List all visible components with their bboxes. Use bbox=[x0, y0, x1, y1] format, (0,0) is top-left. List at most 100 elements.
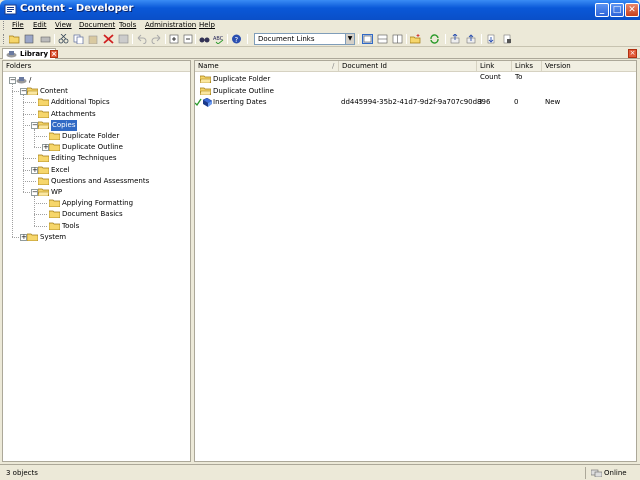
tree-connector bbox=[34, 225, 47, 227]
undo-icon[interactable] bbox=[136, 34, 147, 44]
check-out-icon[interactable] bbox=[502, 34, 513, 44]
toolbar-separator bbox=[54, 34, 55, 44]
cell-doc-id: dd445994-35b2-41d7-9d2f-9a707c90d896 bbox=[341, 98, 491, 106]
tree-node-label: Document Basics bbox=[62, 210, 123, 219]
collapse-icon[interactable] bbox=[183, 34, 194, 44]
menu-edit[interactable]: Edit bbox=[33, 21, 47, 29]
redo-icon[interactable] bbox=[151, 34, 162, 44]
open-folder-icon[interactable] bbox=[9, 34, 20, 44]
save-icon[interactable] bbox=[24, 34, 35, 44]
expand-toggle-icon[interactable]: + bbox=[31, 166, 38, 174]
list-header: Name / Document Id Link Count Links To Ve… bbox=[195, 61, 636, 81]
upload-icon[interactable] bbox=[450, 34, 461, 44]
svg-text:?: ? bbox=[235, 36, 239, 44]
close-icon: ✕ bbox=[628, 5, 636, 15]
close-document-icon[interactable]: × bbox=[628, 49, 637, 58]
menu-file[interactable]: File bbox=[12, 21, 24, 29]
toolbar: ABC ? Document Links ▼ bbox=[0, 31, 640, 47]
chevron-down-icon[interactable]: ▼ bbox=[345, 34, 354, 44]
column-header-version[interactable]: Version bbox=[542, 61, 636, 72]
column-header-links-to[interactable]: Links To bbox=[512, 61, 542, 81]
list-item[interactable]: Duplicate Outline bbox=[195, 86, 635, 97]
tree-connector bbox=[34, 196, 35, 226]
help-icon[interactable]: ? bbox=[231, 34, 242, 44]
column-header-name[interactable]: Name / bbox=[195, 61, 339, 72]
column-resize-icon: / bbox=[332, 62, 335, 70]
refresh-icon[interactable] bbox=[429, 34, 440, 44]
close-tab-icon[interactable]: × bbox=[50, 50, 58, 58]
collapse-toggle-icon[interactable]: − bbox=[31, 189, 38, 196]
check-in-icon[interactable] bbox=[486, 34, 497, 44]
window-title: Content - Developer bbox=[20, 3, 134, 14]
expand-toggle-icon[interactable]: + bbox=[42, 144, 49, 152]
close-button[interactable]: ✕ bbox=[625, 3, 639, 17]
toolbar-separator bbox=[406, 34, 407, 44]
publish-icon[interactable] bbox=[466, 34, 477, 44]
find-icon[interactable] bbox=[199, 34, 210, 44]
folder-icon bbox=[48, 210, 61, 219]
toolbar-separator bbox=[481, 34, 482, 44]
tree-node-label: Editing Techniques bbox=[51, 154, 117, 163]
library-icon bbox=[6, 51, 17, 58]
collapse-toggle-icon[interactable]: − bbox=[20, 88, 27, 96]
tab-strip: Library × bbox=[0, 47, 640, 59]
toolbar-separator bbox=[227, 34, 228, 44]
folders-pane: Folders − / − Content Additional Topics Attac… bbox=[2, 60, 191, 462]
folder-icon bbox=[37, 188, 50, 197]
paste-icon[interactable] bbox=[88, 34, 99, 44]
tree-node-label: Questions and Assessments bbox=[51, 176, 150, 185]
folder-icon bbox=[37, 166, 50, 174]
menu-grip bbox=[3, 21, 5, 30]
object-count: 3 objects bbox=[6, 469, 38, 477]
tree-node-label: Duplicate Outline bbox=[62, 143, 123, 152]
folders-header: Folders bbox=[3, 61, 190, 72]
menu-help[interactable]: Help bbox=[199, 21, 215, 29]
tree-connector bbox=[23, 95, 24, 192]
document-links-select[interactable]: Document Links ▼ bbox=[254, 33, 355, 45]
expand-icon[interactable] bbox=[169, 34, 180, 44]
toolbar-separator bbox=[132, 34, 133, 44]
document-icon bbox=[194, 97, 213, 111]
cut-icon[interactable] bbox=[58, 34, 69, 44]
new-folder-icon[interactable] bbox=[410, 34, 421, 44]
column-name-label: Name bbox=[198, 62, 219, 70]
tab-library[interactable]: Library × bbox=[2, 48, 58, 59]
spell-check-icon[interactable]: ABC bbox=[213, 34, 224, 44]
cell-links-to: 0 bbox=[514, 98, 519, 106]
layout-horizontal-icon[interactable] bbox=[377, 34, 388, 44]
tree-node-label: Tools bbox=[62, 221, 80, 230]
menu-document[interactable]: Document bbox=[79, 21, 115, 29]
expand-toggle-icon[interactable]: + bbox=[20, 233, 27, 241]
toolbar-separator bbox=[165, 34, 166, 44]
layout-single-icon[interactable] bbox=[362, 34, 373, 44]
layout-vertical-icon[interactable] bbox=[392, 34, 403, 44]
maximize-button[interactable]: □ bbox=[610, 3, 624, 17]
column-document-id-label: Document Id bbox=[342, 62, 387, 70]
tree-node-label: Copies bbox=[51, 119, 77, 131]
column-header-document-id[interactable]: Document Id bbox=[339, 61, 477, 72]
folder-icon bbox=[48, 222, 61, 230]
toolbar-separator bbox=[358, 34, 359, 44]
folder-icon bbox=[26, 87, 39, 96]
column-header-link-count[interactable]: Link Count bbox=[477, 61, 512, 81]
folder-icon bbox=[37, 177, 50, 186]
folder-icon bbox=[48, 143, 61, 152]
print-icon[interactable] bbox=[40, 34, 51, 44]
collapse-toggle-icon[interactable]: − bbox=[9, 77, 16, 84]
menu-bar: File Edit View Document Tools Administra… bbox=[0, 20, 640, 31]
minimize-button[interactable]: _ bbox=[595, 3, 609, 17]
menu-view[interactable]: View bbox=[55, 21, 72, 29]
collapse-toggle-icon[interactable]: − bbox=[31, 121, 38, 129]
folder-icon bbox=[37, 110, 50, 118]
delete-icon[interactable] bbox=[103, 34, 114, 44]
list-item[interactable]: Inserting Dates dd445994-35b2-41d7-9d2f-9… bbox=[194, 97, 635, 111]
app-icon bbox=[4, 4, 17, 15]
menu-tools[interactable]: Tools bbox=[119, 21, 136, 29]
copy-icon[interactable] bbox=[73, 34, 84, 44]
menu-administration[interactable]: Administration bbox=[145, 21, 196, 29]
list-item[interactable]: Duplicate Folder bbox=[195, 74, 635, 85]
properties-icon[interactable] bbox=[118, 34, 129, 44]
tree-connector bbox=[23, 113, 36, 115]
document-list-pane: Name / Document Id Link Count Links To Ve… bbox=[194, 60, 637, 462]
toolbar-separator bbox=[195, 34, 196, 44]
